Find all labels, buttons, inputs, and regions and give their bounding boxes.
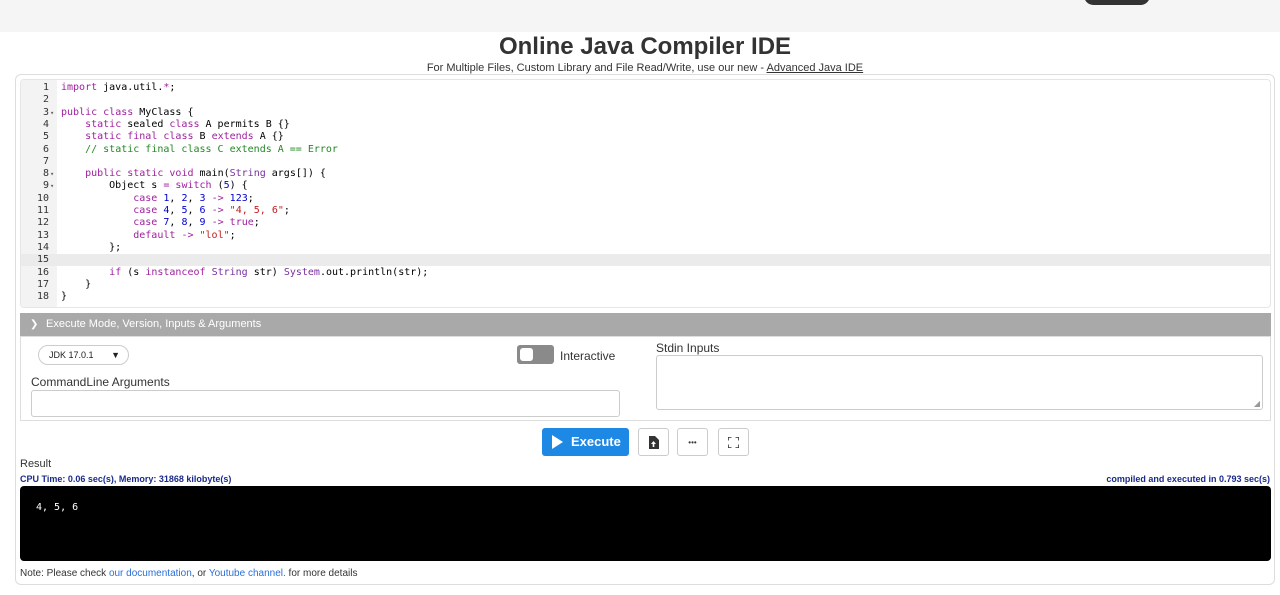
code-line[interactable]: 7 (21, 155, 1270, 168)
code-line[interactable]: 10 case 1, 2, 3 -> 123; (21, 192, 1270, 205)
code-line[interactable]: 11 case 4, 5, 6 -> "4, 5, 6"; (21, 205, 1270, 217)
subtitle-text: For Multiple Files, Custom Library and F… (426, 62, 767, 74)
upload-file-button[interactable] (638, 428, 669, 456)
code-line[interactable]: 12 case 7, 8, 9 -> true; (21, 217, 1270, 229)
code-line[interactable]: 13 default -> "lol"; (21, 229, 1270, 242)
interactive-toggle[interactable] (517, 345, 554, 364)
code-text: case 7, 8, 9 -> true; (133, 217, 260, 229)
line-number: 16 (36, 266, 49, 278)
documentation-link[interactable]: our documentation (109, 568, 192, 579)
fullscreen-icon (727, 436, 740, 449)
page-subtitle: For Multiple Files, Custom Library and F… (0, 62, 1280, 74)
line-number: 3 (42, 106, 49, 118)
code-text: import java.util.*; (61, 82, 176, 93)
chevron-down-icon: ❯ (30, 319, 39, 330)
cpu-stats: CPU Time: 0.06 sec(s), Memory: 31868 kil… (20, 474, 232, 484)
output-console[interactable]: 4, 5, 6 (20, 486, 1271, 561)
page-title: Online Java Compiler IDE (498, 33, 792, 60)
line-number: 17 (36, 278, 49, 290)
line-number: 2 (42, 94, 49, 106)
code-text: // static final class C extends A == Err… (85, 143, 338, 155)
code-line[interactable]: 9 ▾ Object s = switch (5) { (21, 180, 1270, 192)
fold-arrow-icon[interactable]: ▾ (50, 168, 54, 180)
line-number: 9 (42, 180, 49, 192)
ide-card: 1 import java.util.*; 2 3 ▾ public class MyCl… (15, 74, 1275, 585)
cmdline-args-input[interactable] (31, 390, 620, 417)
code-line[interactable]: 18} (21, 291, 1270, 303)
code-line[interactable]: 5 static final class B extends A {} (21, 131, 1270, 143)
execute-label: Execute (571, 434, 621, 449)
result-label: Result (20, 458, 52, 470)
advanced-ide-link[interactable]: Advanced Java IDE (767, 62, 864, 74)
output-text: 4, 5, 6 (36, 502, 79, 513)
file-upload-icon (649, 436, 659, 449)
code-text: default -> "lol"; (133, 229, 236, 241)
code-text: } (61, 278, 92, 290)
youtube-link[interactable]: Youtube channel. (209, 568, 286, 579)
fullscreen-button[interactable] (718, 428, 749, 456)
code-text: case 4, 5, 6 -> "4, 5, 6"; (133, 205, 290, 216)
line-number: 1 (42, 82, 49, 93)
code-text: }; (61, 241, 122, 253)
code-line[interactable]: 3 ▾ public class MyClass { (21, 106, 1270, 119)
note-prefix: Note: Please check (20, 568, 109, 579)
code-line[interactable]: 15 (21, 254, 1270, 267)
line-number: 7 (42, 155, 49, 167)
footer-note: Note: Please check our documentation, or… (20, 568, 357, 579)
code-text: if (s instanceof String str) System.out.… (109, 266, 429, 278)
code-line[interactable]: 16 if (s instanceof String str) System.o… (21, 266, 1270, 279)
fold-arrow-icon[interactable]: ▾ (50, 107, 54, 119)
code-text: public static void main(String args[]) { (85, 168, 326, 180)
line-number: 8 (42, 168, 49, 180)
jdk-version-value: JDK 17.0.1 (49, 350, 94, 360)
code-text: } (61, 291, 68, 303)
line-number: 11 (36, 205, 49, 216)
code-text: Object s = switch (5) { (61, 180, 248, 192)
code-line[interactable]: 4 static sealed class A permits B {} (21, 118, 1270, 131)
line-number: 4 (42, 118, 49, 130)
execute-settings-title: Execute Mode, Version, Inputs & Argument… (46, 318, 262, 330)
code-line[interactable]: 6 // static final class C extends A == E… (21, 143, 1270, 156)
ellipsis-icon: ••• (688, 438, 697, 447)
stdin-label: Stdin Inputs (656, 341, 720, 355)
code-line[interactable]: 14 }; (21, 241, 1270, 254)
code-text: public class MyClass { (61, 106, 194, 118)
line-number: 10 (36, 192, 49, 204)
interactive-label: Interactive (560, 349, 616, 363)
code-editor[interactable]: 1 import java.util.*; 2 3 ▾ public class MyCl… (20, 79, 1271, 308)
top-nav-bar (0, 0, 1280, 32)
execute-button[interactable]: Execute (542, 428, 629, 456)
code-text: static final class B extends A {} (85, 131, 284, 143)
line-number: 12 (36, 217, 49, 229)
compile-time: compiled and executed in 0.793 sec(s) (1106, 474, 1270, 484)
more-options-button[interactable]: ••• (677, 428, 708, 456)
line-number: 15 (36, 254, 49, 266)
play-icon (552, 435, 563, 449)
code-text: static sealed class A permits B {} (85, 118, 290, 130)
execute-settings-header[interactable]: ❯ Execute Mode, Version, Inputs & Argume… (20, 313, 1271, 336)
resize-handle-icon[interactable]: ◢ (1254, 399, 1260, 408)
nav-pill-button[interactable] (1084, 0, 1150, 5)
code-text: case 1, 2, 3 -> 123; (133, 192, 254, 204)
jdk-version-select[interactable]: JDK 17.0.1 ▼ (38, 345, 129, 365)
line-number: 6 (42, 143, 49, 155)
line-number: 13 (36, 229, 49, 241)
toggle-knob (520, 348, 533, 361)
code-line[interactable]: 1 import java.util.*; (21, 82, 1270, 94)
line-number: 5 (42, 131, 49, 143)
line-number: 18 (36, 291, 49, 303)
code-line[interactable]: 2 (21, 94, 1270, 106)
chevron-down-icon: ▼ (111, 350, 120, 360)
execute-settings-panel: JDK 17.0.1 ▼ Interactive CommandLine Arg… (20, 336, 1271, 421)
line-number: 14 (36, 241, 49, 253)
fold-arrow-icon[interactable]: ▾ (50, 180, 54, 192)
note-middle: , or (191, 568, 209, 579)
code-line[interactable]: 17 } (21, 278, 1270, 291)
note-suffix: for more details (285, 568, 358, 579)
cmdline-label: CommandLine Arguments (31, 375, 170, 389)
code-line[interactable]: 8 ▾ public static void main(String args[]… (21, 168, 1270, 180)
stdin-input[interactable]: ◢ (656, 355, 1263, 410)
